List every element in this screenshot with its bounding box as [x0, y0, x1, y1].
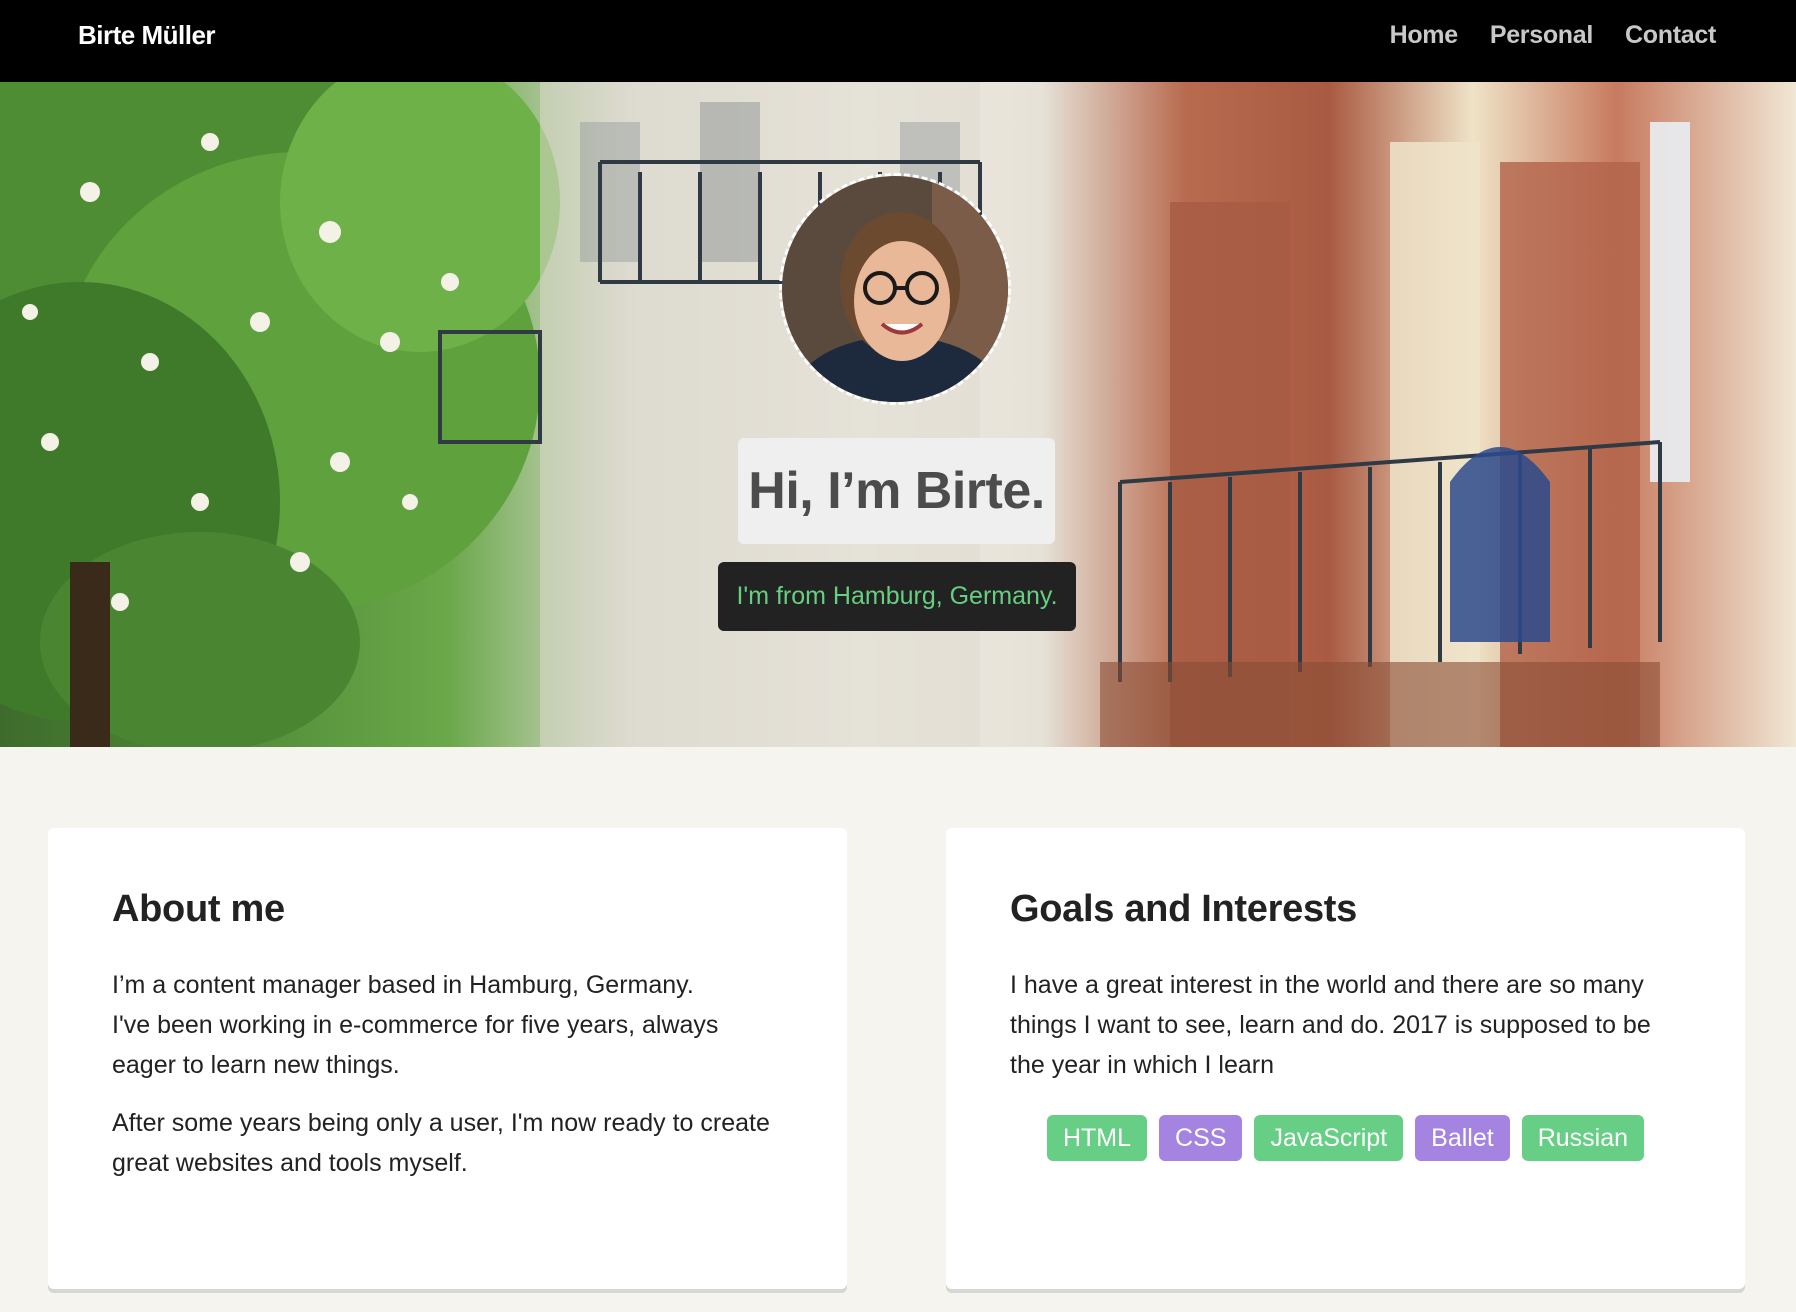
hero-subtitle: I'm from Hamburg, Germany. [736, 582, 1058, 610]
blue-chair [1450, 447, 1550, 642]
tag-javascript: JavaScript [1254, 1115, 1404, 1161]
about-card: About me I’m a content manager based in … [48, 828, 847, 1289]
top-navbar: Birte Müller Home Personal Contact [0, 0, 1796, 82]
profile-avatar [779, 173, 1011, 405]
building-facade [540, 82, 1690, 747]
nav-personal-link[interactable]: Personal [1490, 0, 1594, 70]
goals-paragraph: I have a great interest in the world and… [1010, 971, 1651, 1079]
goals-card: Goals and Interests I have a great inter… [946, 828, 1745, 1289]
about-paragraph-2: After some years being only a user, I'm … [112, 1109, 770, 1177]
chestnut-tree [0, 82, 560, 747]
goals-heading: Goals and Interests [1010, 888, 1357, 930]
brand-link[interactable]: Birte Müller [78, 0, 216, 70]
interest-tags: HTML CSS JavaScript Ballet Russian [1010, 1115, 1681, 1161]
avatar-photo [782, 176, 1008, 402]
about-paragraph-1: I’m a content manager based in Hamburg, … [112, 965, 783, 1085]
tag-css: CSS [1159, 1115, 1243, 1161]
about-line-2: I've been working in e-commerce for five… [112, 1011, 719, 1079]
hero-banner: Hi, I’m Birte. I'm from Hamburg, Germany… [0, 82, 1796, 747]
nav-links: Home Personal Contact [1390, 0, 1717, 70]
tag-ballet: Ballet [1415, 1115, 1510, 1161]
hero-title: Hi, I’m Birte. [748, 462, 1045, 520]
about-line-1: I’m a content manager based in Hamburg, … [112, 971, 694, 999]
balcony-floor [1100, 662, 1660, 747]
tag-html: HTML [1046, 1115, 1148, 1161]
tag-russian: Russian [1521, 1115, 1645, 1161]
nav-home-link[interactable]: Home [1390, 0, 1459, 70]
hero-subtitle-box: I'm from Hamburg, Germany. [718, 562, 1076, 631]
hero-title-box: Hi, I’m Birte. [738, 438, 1055, 544]
about-heading: About me [112, 888, 285, 930]
nav-contact-link[interactable]: Contact [1625, 0, 1716, 70]
